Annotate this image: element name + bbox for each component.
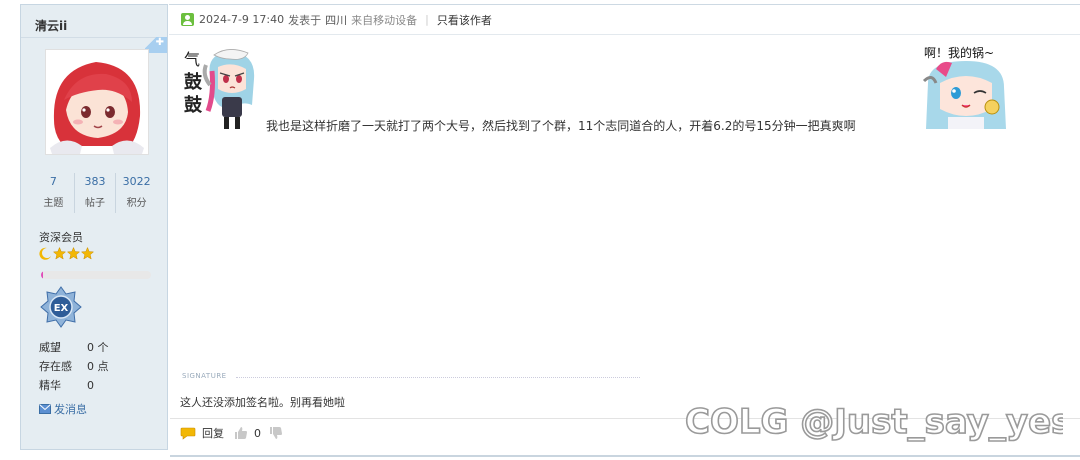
- online-status-icon: [181, 13, 194, 26]
- author-only-link[interactable]: 只看该作者: [437, 12, 492, 28]
- user-rank: 资深会员: [39, 231, 83, 244]
- separator: |: [425, 13, 429, 26]
- thumbs-up-icon: [235, 427, 247, 439]
- svg-text:气: 气: [184, 50, 200, 69]
- svg-text:鼓: 鼓: [184, 71, 203, 93]
- svg-text:鼓: 鼓: [184, 94, 203, 116]
- user-stats: 7 主题 383 帖子 3022 积分: [33, 173, 157, 213]
- post-bottom-border: [170, 455, 1080, 457]
- user-info: 威望 0 个 存在感 0 点 精华 0: [39, 338, 109, 395]
- post-body: 我也是这样折磨了一天就打了两个大号，然后找到了个群，11个志同道合的人，开着6.…: [266, 119, 856, 133]
- envelope-icon: [39, 404, 51, 414]
- user-panel: 清云ii ✚ 7 主题 383 帖子 3022 积分 资深会员 EX 威望 0 …: [20, 4, 168, 450]
- posted-in-label: 发表于: [288, 13, 322, 27]
- thumbs-down-icon: [270, 427, 282, 439]
- signature-divider: [236, 377, 640, 378]
- avatar[interactable]: [45, 49, 149, 155]
- reply-button[interactable]: 回复: [180, 425, 224, 441]
- rank-progress-bar: [41, 271, 151, 279]
- signature-label: SIGNATURE: [182, 372, 227, 380]
- send-message-link[interactable]: 发消息: [39, 401, 87, 417]
- dislike-button[interactable]: [269, 426, 283, 440]
- signature-text: 这人还没添加签名啦。别再看她啦: [180, 396, 345, 409]
- username[interactable]: 清云ii: [35, 17, 67, 34]
- watermark: COLG @Just_say_yes: [683, 395, 1072, 445]
- rank-progress-fill: [41, 271, 44, 279]
- post-device: 来自移动设备: [351, 13, 418, 27]
- info-row: 精华 0: [39, 379, 94, 392]
- rank-stars: [39, 247, 94, 260]
- post-location: 四川: [325, 13, 348, 27]
- star-icon: [81, 247, 94, 260]
- star-icon: [67, 247, 80, 260]
- like-button[interactable]: 0: [234, 426, 261, 440]
- info-row: 威望 0 个: [39, 341, 109, 354]
- sticker-my-fault: 啊！我的锅~: [922, 43, 1010, 131]
- post-header: 2024-7-9 17:40 发表于 四川 来自移动设备 | 只看该作者: [169, 4, 1080, 35]
- moon-icon: [39, 247, 51, 260]
- star-icon: [53, 247, 66, 260]
- info-row: 存在感 0 点: [39, 360, 109, 373]
- post-date: 2024-7-9 17:40: [199, 13, 285, 26]
- svg-text:啊！我的锅~: 啊！我的锅~: [924, 45, 994, 60]
- svg-text:EX: EX: [54, 303, 69, 314]
- svg-text:COLG @Just_say_yes: COLG @Just_say_yes: [685, 402, 1063, 442]
- medal-icon[interactable]: EX: [39, 286, 83, 328]
- post-actions: 回复 0: [180, 425, 283, 441]
- sticker-angry: 气 鼓 鼓: [182, 45, 258, 131]
- stat-posts[interactable]: 383 帖子: [75, 173, 117, 213]
- stat-topics[interactable]: 7 主题: [33, 173, 75, 213]
- stat-points[interactable]: 3022 积分: [116, 173, 157, 213]
- reply-icon: [180, 427, 196, 440]
